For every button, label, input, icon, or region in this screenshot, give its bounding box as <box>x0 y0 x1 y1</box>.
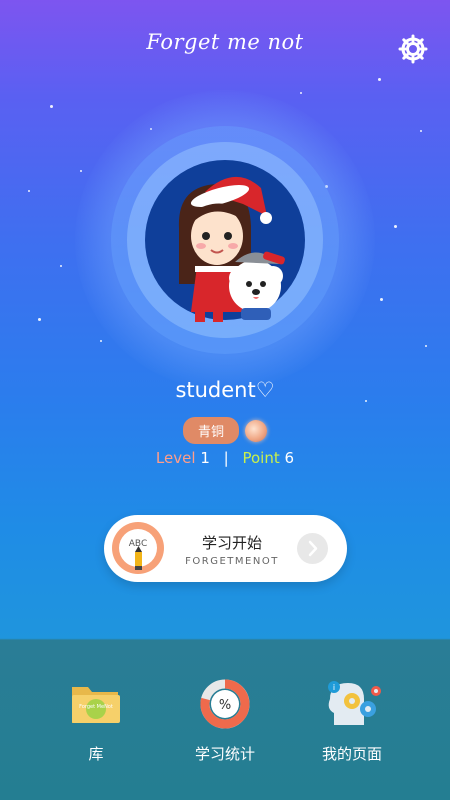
level-label: Level <box>155 449 196 467</box>
avatar-illustration <box>178 176 285 322</box>
head-gears-icon: i <box>324 679 381 729</box>
stats-separator: | <box>223 449 229 467</box>
svg-text:i: i <box>333 683 335 692</box>
gear-icon[interactable] <box>397 33 429 65</box>
username: student♡ <box>175 378 275 402</box>
nav-item-my-page[interactable]: i 我的页面 <box>287 679 417 764</box>
start-learning-button[interactable]: ABC 学习开始 FORGETMENOT <box>104 515 347 582</box>
stats-donut-icon: % <box>197 679 253 729</box>
donut-percent-text: % <box>219 698 231 713</box>
abc-pencil-icon: ABC <box>112 522 164 574</box>
point-label: Point <box>242 449 280 467</box>
start-title: 学习开始 <box>201 534 262 552</box>
nav-label-library: 库 <box>88 745 104 763</box>
level-point-stats: Level 1 | Point 6 <box>0 449 450 467</box>
bottom-nav: Forget MeNot 库 % 学习统计 i 我的页面 <box>0 639 450 800</box>
folder-icon: Forget MeNot <box>68 679 124 729</box>
nav-item-library[interactable]: Forget MeNot 库 <box>31 679 161 764</box>
chevron-right-icon[interactable] <box>297 533 328 564</box>
avatar[interactable] <box>145 160 305 322</box>
level-value: 1 <box>200 449 210 467</box>
nav-label-my-page: 我的页面 <box>321 745 382 763</box>
point-value: 6 <box>284 449 295 467</box>
medal-icon <box>245 419 267 442</box>
rank-row: 青铜 <box>0 417 450 444</box>
pencil-icon <box>135 546 142 570</box>
nav-label-study-stats: 学习统计 <box>194 745 255 763</box>
app-title: Forget me not <box>146 30 304 54</box>
folder-icon-text: Forget MeNot <box>79 704 113 710</box>
nav-item-study-stats[interactable]: % 学习统计 <box>160 679 290 764</box>
start-subtitle: FORGETMENOT <box>185 556 279 567</box>
rank-badge: 青铜 <box>182 417 239 444</box>
